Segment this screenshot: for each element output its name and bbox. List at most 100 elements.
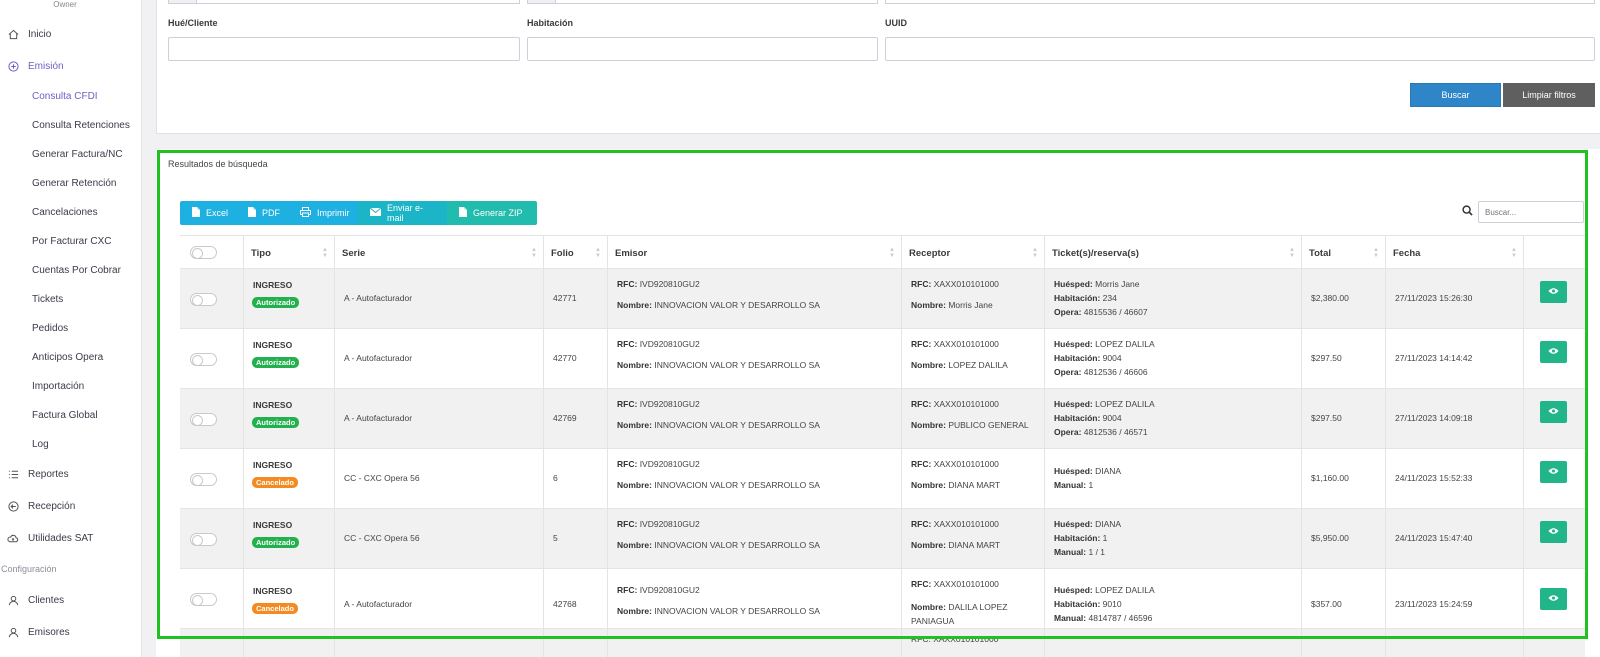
sidebar-sub-cuentas-por-cobrar[interactable]: Cuentas Por Cobrar (32, 265, 121, 276)
ticket-habitacion: Habitación: 9004 (1054, 353, 1122, 363)
receptor-nombre: Nombre: Morris Jane (911, 300, 993, 310)
sidebar-sub-tickets[interactable]: Tickets (32, 294, 63, 305)
excel-button[interactable]: Excel (180, 201, 236, 225)
row-total: $297.50 (1311, 353, 1342, 363)
results-table: Tipo ▲ ▼ Serie ▲ ▼ Folio ▲ ▼ Emisor ▲ ▼ Receptor… (180, 235, 1585, 657)
sidebar-sub-consulta-retenciones[interactable]: Consulta Retenciones (32, 120, 130, 131)
ticket-huesped: Huésped: DIANA (1054, 466, 1122, 476)
sidebar-item-emisores[interactable]: Emisores (0, 618, 141, 646)
view-button[interactable] (1540, 281, 1567, 303)
row-tipo: INGRESO (253, 520, 293, 530)
emisor-nombre: Nombre: INNOVACION VALOR Y DESARROLLO SA (617, 420, 820, 430)
row-folio: 5 (553, 533, 558, 543)
uuid-input[interactable] (885, 37, 1595, 61)
column-header-total[interactable]: Total ▲ ▼ (1301, 236, 1385, 270)
emisor-nombre: Nombre: INNOVACION VALOR Y DESARROLLO SA (617, 606, 820, 616)
sort-icon: ▲ ▼ (1511, 247, 1517, 259)
filter-input-top-3[interactable] (885, 0, 1595, 4)
column-header-folio[interactable]: Folio ▲ ▼ (543, 236, 607, 270)
table-search-input[interactable] (1478, 201, 1584, 223)
filter-input-top-2[interactable] (527, 0, 878, 4)
view-button[interactable] (1540, 401, 1567, 423)
sidebar-item-inicio[interactable]: Inicio (0, 20, 141, 48)
printer-icon (300, 206, 311, 220)
ticket-opera: Opera: 4812536 / 46571 (1054, 427, 1148, 437)
row-folio: 42769 (553, 413, 577, 423)
huesped-input[interactable] (168, 37, 520, 61)
sidebar-item-reportes[interactable]: Reportes (0, 460, 141, 488)
row-select-toggle[interactable] (190, 473, 217, 486)
eye-icon (1548, 347, 1559, 357)
view-button[interactable] (1540, 461, 1567, 483)
clear-filters-button[interactable]: Limpiar filtros (1503, 83, 1595, 107)
sidebar-sub-generar-factura[interactable]: Generar Factura/NC (32, 149, 123, 160)
receptor-rfc: RFC: XAXX010101000 (911, 279, 999, 289)
receptor-rfc: RFC: XAXX010101000 (911, 634, 999, 644)
column-header-tickets[interactable]: Ticket(s)/reserva(s) ▲ ▼ (1044, 236, 1301, 270)
row-select-toggle[interactable] (190, 353, 217, 366)
generate-zip-button[interactable]: Generar ZIP (447, 201, 537, 225)
select-all-toggle[interactable] (190, 246, 217, 259)
column-header-fecha[interactable]: Fecha ▲ ▼ (1385, 236, 1523, 270)
sidebar-sub-importacion[interactable]: Importación (32, 381, 84, 392)
row-select-toggle[interactable] (190, 413, 217, 426)
sidebar: Owner Inicio Emisión Consulta CFDI Consu… (0, 0, 142, 657)
list-icon (7, 468, 19, 480)
eye-icon (1548, 407, 1559, 417)
sidebar-sub-log[interactable]: Log (32, 439, 49, 450)
ticket-huesped: Huésped: Morris Jane (1054, 279, 1140, 289)
send-email-button[interactable]: Enviar e-mail (358, 201, 447, 225)
eye-icon (1548, 594, 1559, 604)
view-button[interactable] (1540, 521, 1567, 543)
file-icon (248, 206, 256, 220)
ticket-manual: Manual: 4814787 / 46596 (1054, 613, 1153, 623)
print-button[interactable]: Imprimir (288, 201, 358, 225)
column-header-serie[interactable]: Serie ▲ ▼ (334, 236, 543, 270)
row-serie: CC - CXC Opera 56 (344, 533, 420, 543)
ticket-habitacion: Habitación: 1 (1054, 533, 1108, 543)
sidebar-item-utilidades-sat[interactable]: Utilidades SAT (0, 524, 141, 552)
sidebar-item-emision[interactable]: Emisión (0, 52, 141, 80)
sidebar-sub-consulta-cfdi[interactable]: Consulta CFDI (32, 91, 98, 102)
sidebar-sub-cancelaciones[interactable]: Cancelaciones (32, 207, 98, 218)
search-button[interactable]: Buscar (1410, 83, 1501, 107)
receptor-nombre: Nombre: DIANA MART (911, 540, 1001, 550)
sidebar-item-label: Reportes (28, 468, 69, 480)
view-button[interactable] (1540, 341, 1567, 363)
sidebar-sub-anticipos-opera[interactable]: Anticipos Opera (32, 352, 103, 363)
ticket-huesped: Huésped: LOPEZ DALILA (1054, 399, 1155, 409)
receptor-nombre: Nombre: PUBLICO GENERAL (911, 420, 1029, 430)
sidebar-sub-generar-retencion[interactable]: Generar Retención (32, 178, 117, 189)
sidebar-item-clientes[interactable]: Clientes (0, 586, 141, 614)
column-header-receptor[interactable]: Receptor ▲ ▼ (901, 236, 1044, 270)
row-select-toggle[interactable] (190, 593, 217, 606)
row-select-toggle[interactable] (190, 533, 217, 546)
sidebar-sub-factura-global[interactable]: Factura Global (32, 410, 98, 421)
row-select-toggle[interactable] (190, 293, 217, 306)
row-serie: A - Autofacturador (344, 353, 413, 363)
pdf-button[interactable]: PDF (236, 201, 288, 225)
envelope-icon (369, 207, 382, 219)
habitacion-input[interactable] (527, 37, 878, 61)
table-row: INGRESO Autorizado A - Autofacturador 42… (180, 269, 1585, 329)
sidebar-item-label: Recepción (28, 500, 76, 512)
receptor-rfc: RFC: XAXX010101000 (911, 579, 999, 589)
sidebar-item-recepcion[interactable]: Recepción (0, 492, 141, 520)
table-row: RFC: XAXX010101000 (180, 629, 1585, 657)
table-header: Tipo ▲ ▼ Serie ▲ ▼ Folio ▲ ▼ Emisor ▲ ▼ Receptor… (180, 235, 1585, 270)
column-header-tipo[interactable]: Tipo ▲ ▼ (243, 236, 334, 270)
view-button[interactable] (1540, 588, 1567, 610)
column-header-emisor[interactable]: Emisor ▲ ▼ (607, 236, 901, 270)
export-toolbar: Excel PDF Imprimir Enviar e-mail Generar… (180, 201, 537, 225)
sidebar-sub-pedidos[interactable]: Pedidos (32, 323, 68, 334)
row-serie: A - Autofacturador (344, 413, 413, 423)
status-badge: Autorizado (252, 417, 300, 428)
sort-icon: ▲ ▼ (889, 247, 895, 259)
sort-icon: ▲ ▼ (322, 247, 328, 259)
eye-icon (1548, 287, 1559, 297)
filter-input-top-1[interactable] (168, 0, 520, 4)
status-badge: Cancelado (252, 603, 298, 614)
huesped-label: Hué/Cliente (168, 18, 218, 28)
sidebar-sub-por-facturar-cxc[interactable]: Por Facturar CXC (32, 236, 111, 247)
row-fecha: 24/11/2023 15:47:40 (1395, 533, 1473, 543)
